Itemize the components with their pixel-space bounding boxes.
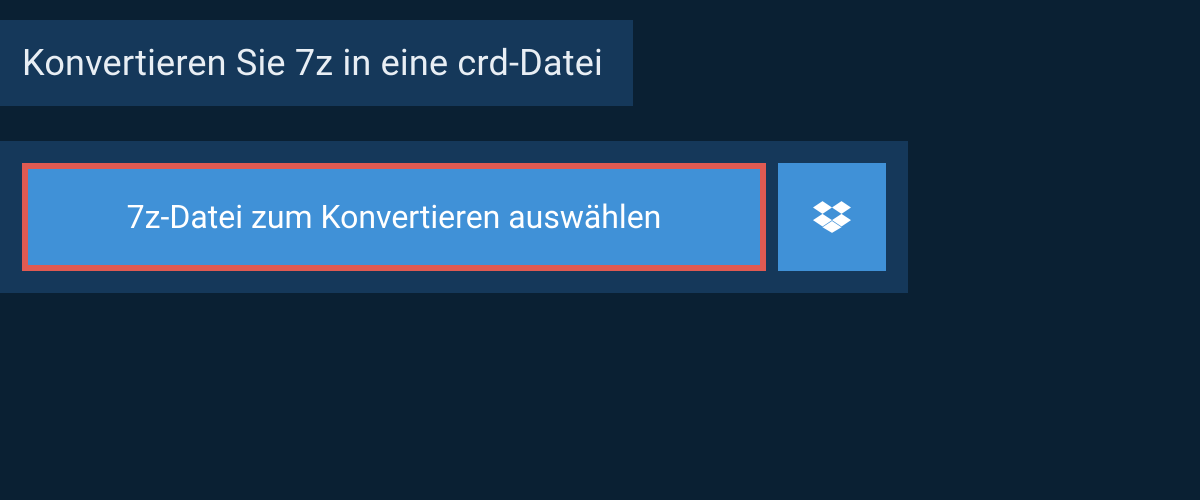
dropbox-button[interactable] [778,163,886,271]
select-file-label: 7z-Datei zum Konvertieren auswählen [127,198,662,236]
select-file-button[interactable]: 7z-Datei zum Konvertieren auswählen [22,163,766,271]
button-row: 7z-Datei zum Konvertieren auswählen [0,141,908,293]
header-bar: Konvertieren Sie 7z in eine crd-Datei [0,20,633,106]
dropbox-icon [813,198,851,236]
page-title: Konvertieren Sie 7z in eine crd-Datei [22,42,603,84]
